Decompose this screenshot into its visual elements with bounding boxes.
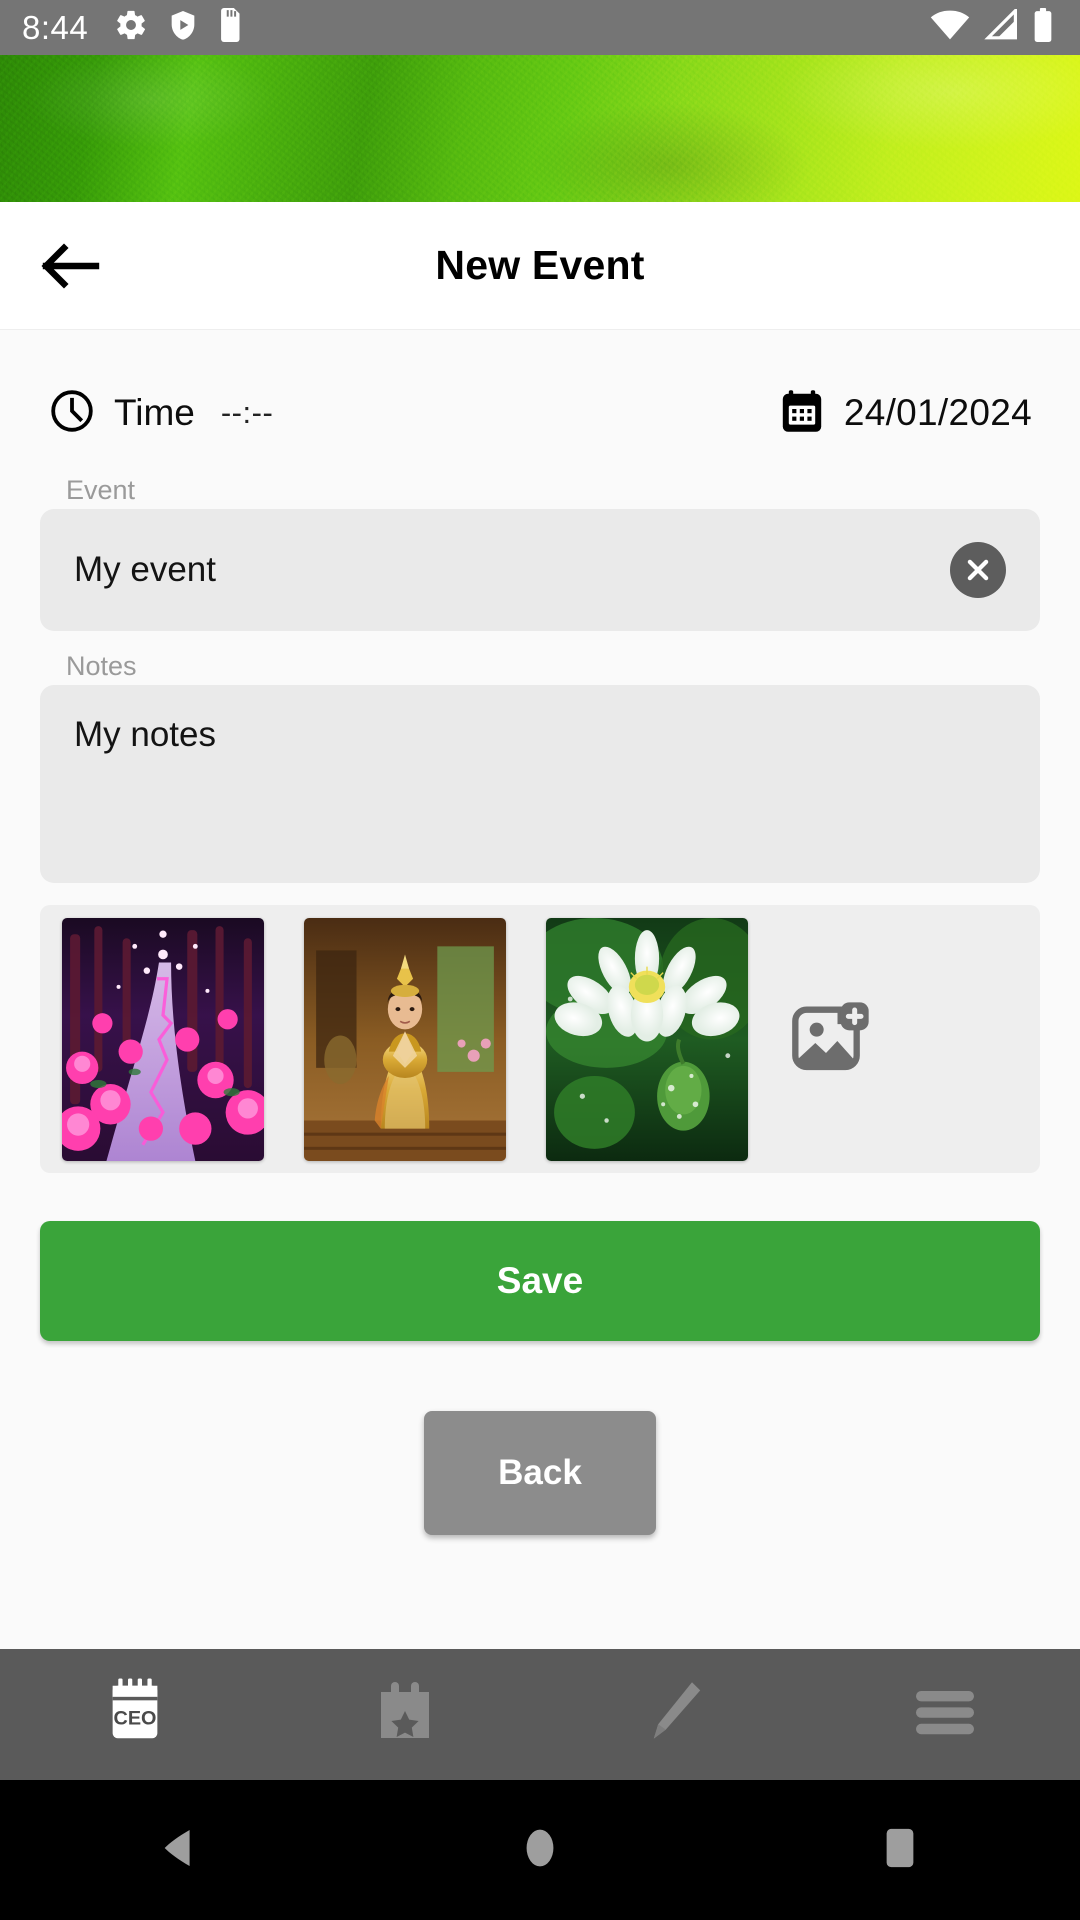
thumbnail-white-lotus-flower[interactable]	[546, 917, 748, 1161]
android-system-nav	[0, 1780, 1080, 1920]
back-button[interactable]: Back	[424, 1411, 656, 1535]
app-title-bar: New Event	[0, 202, 1080, 330]
time-label: Time	[114, 392, 195, 433]
event-field-label: Event	[66, 475, 136, 505]
bottom-app-nav: CEO	[0, 1649, 1080, 1780]
arrow-left-icon[interactable]	[40, 241, 100, 291]
notes-input-value: My notes	[74, 715, 216, 754]
square-recents-icon	[879, 1825, 921, 1876]
page-title: New Event	[435, 242, 645, 288]
nav-menu[interactable]	[810, 1687, 1080, 1742]
triangle-back-icon	[157, 1825, 203, 1876]
phone-screen: 8:44 New Event Time --:-- 24/01/2024 Eve…	[0, 0, 1080, 1920]
status-bar-clock: 8:44	[22, 8, 89, 46]
status-bar: 8:44	[0, 0, 1080, 55]
close-circle-icon[interactable]	[950, 542, 1006, 598]
time-picker[interactable]: Time --:--	[48, 387, 273, 440]
play-protect-shield-icon	[167, 8, 199, 47]
image-gallery-strip	[40, 905, 1040, 1173]
form-content: Time --:-- 24/01/2024 Event My event Not…	[0, 331, 1080, 1649]
date-picker[interactable]: 24/01/2024	[778, 387, 1032, 440]
time-value: --:--	[220, 395, 274, 430]
calendar-icon	[778, 387, 826, 440]
calendar-star-icon	[375, 1680, 435, 1749]
gear-icon	[114, 8, 148, 47]
green-texture-banner	[0, 55, 1080, 202]
android-back-button[interactable]	[0, 1825, 360, 1876]
pencil-icon	[645, 1679, 705, 1750]
sd-card-icon	[218, 8, 244, 47]
event-input[interactable]: My event	[40, 509, 1040, 631]
time-date-row: Time --:-- 24/01/2024	[0, 379, 1080, 447]
clock-icon	[48, 387, 96, 440]
add-photo-icon[interactable]	[792, 999, 872, 1079]
circle-home-icon	[517, 1825, 563, 1876]
date-value: 24/01/2024	[843, 392, 1032, 433]
hamburger-menu-icon	[914, 1687, 976, 1742]
cellular-signal-icon	[982, 6, 1020, 46]
notes-field-label: Notes	[66, 651, 137, 681]
nav-edit[interactable]	[540, 1679, 810, 1750]
android-recents-button[interactable]	[720, 1825, 1080, 1876]
android-home-button[interactable]	[360, 1825, 720, 1876]
wifi-icon	[930, 9, 970, 46]
svg-text:CEO: CEO	[114, 1707, 157, 1729]
save-button[interactable]: Save	[40, 1221, 1040, 1341]
thumbnail-thai-woman-golden-dress[interactable]	[304, 917, 506, 1161]
event-input-value: My event	[74, 550, 216, 589]
nav-events[interactable]	[270, 1680, 540, 1749]
notes-input[interactable]: My notes	[40, 685, 1040, 883]
thumbnail-pink-rose-forest-path[interactable]	[62, 917, 264, 1161]
ceo-notepad-icon: CEO	[103, 1677, 167, 1752]
nav-ceo-calendar[interactable]: CEO	[0, 1677, 270, 1752]
battery-icon	[1032, 8, 1054, 47]
